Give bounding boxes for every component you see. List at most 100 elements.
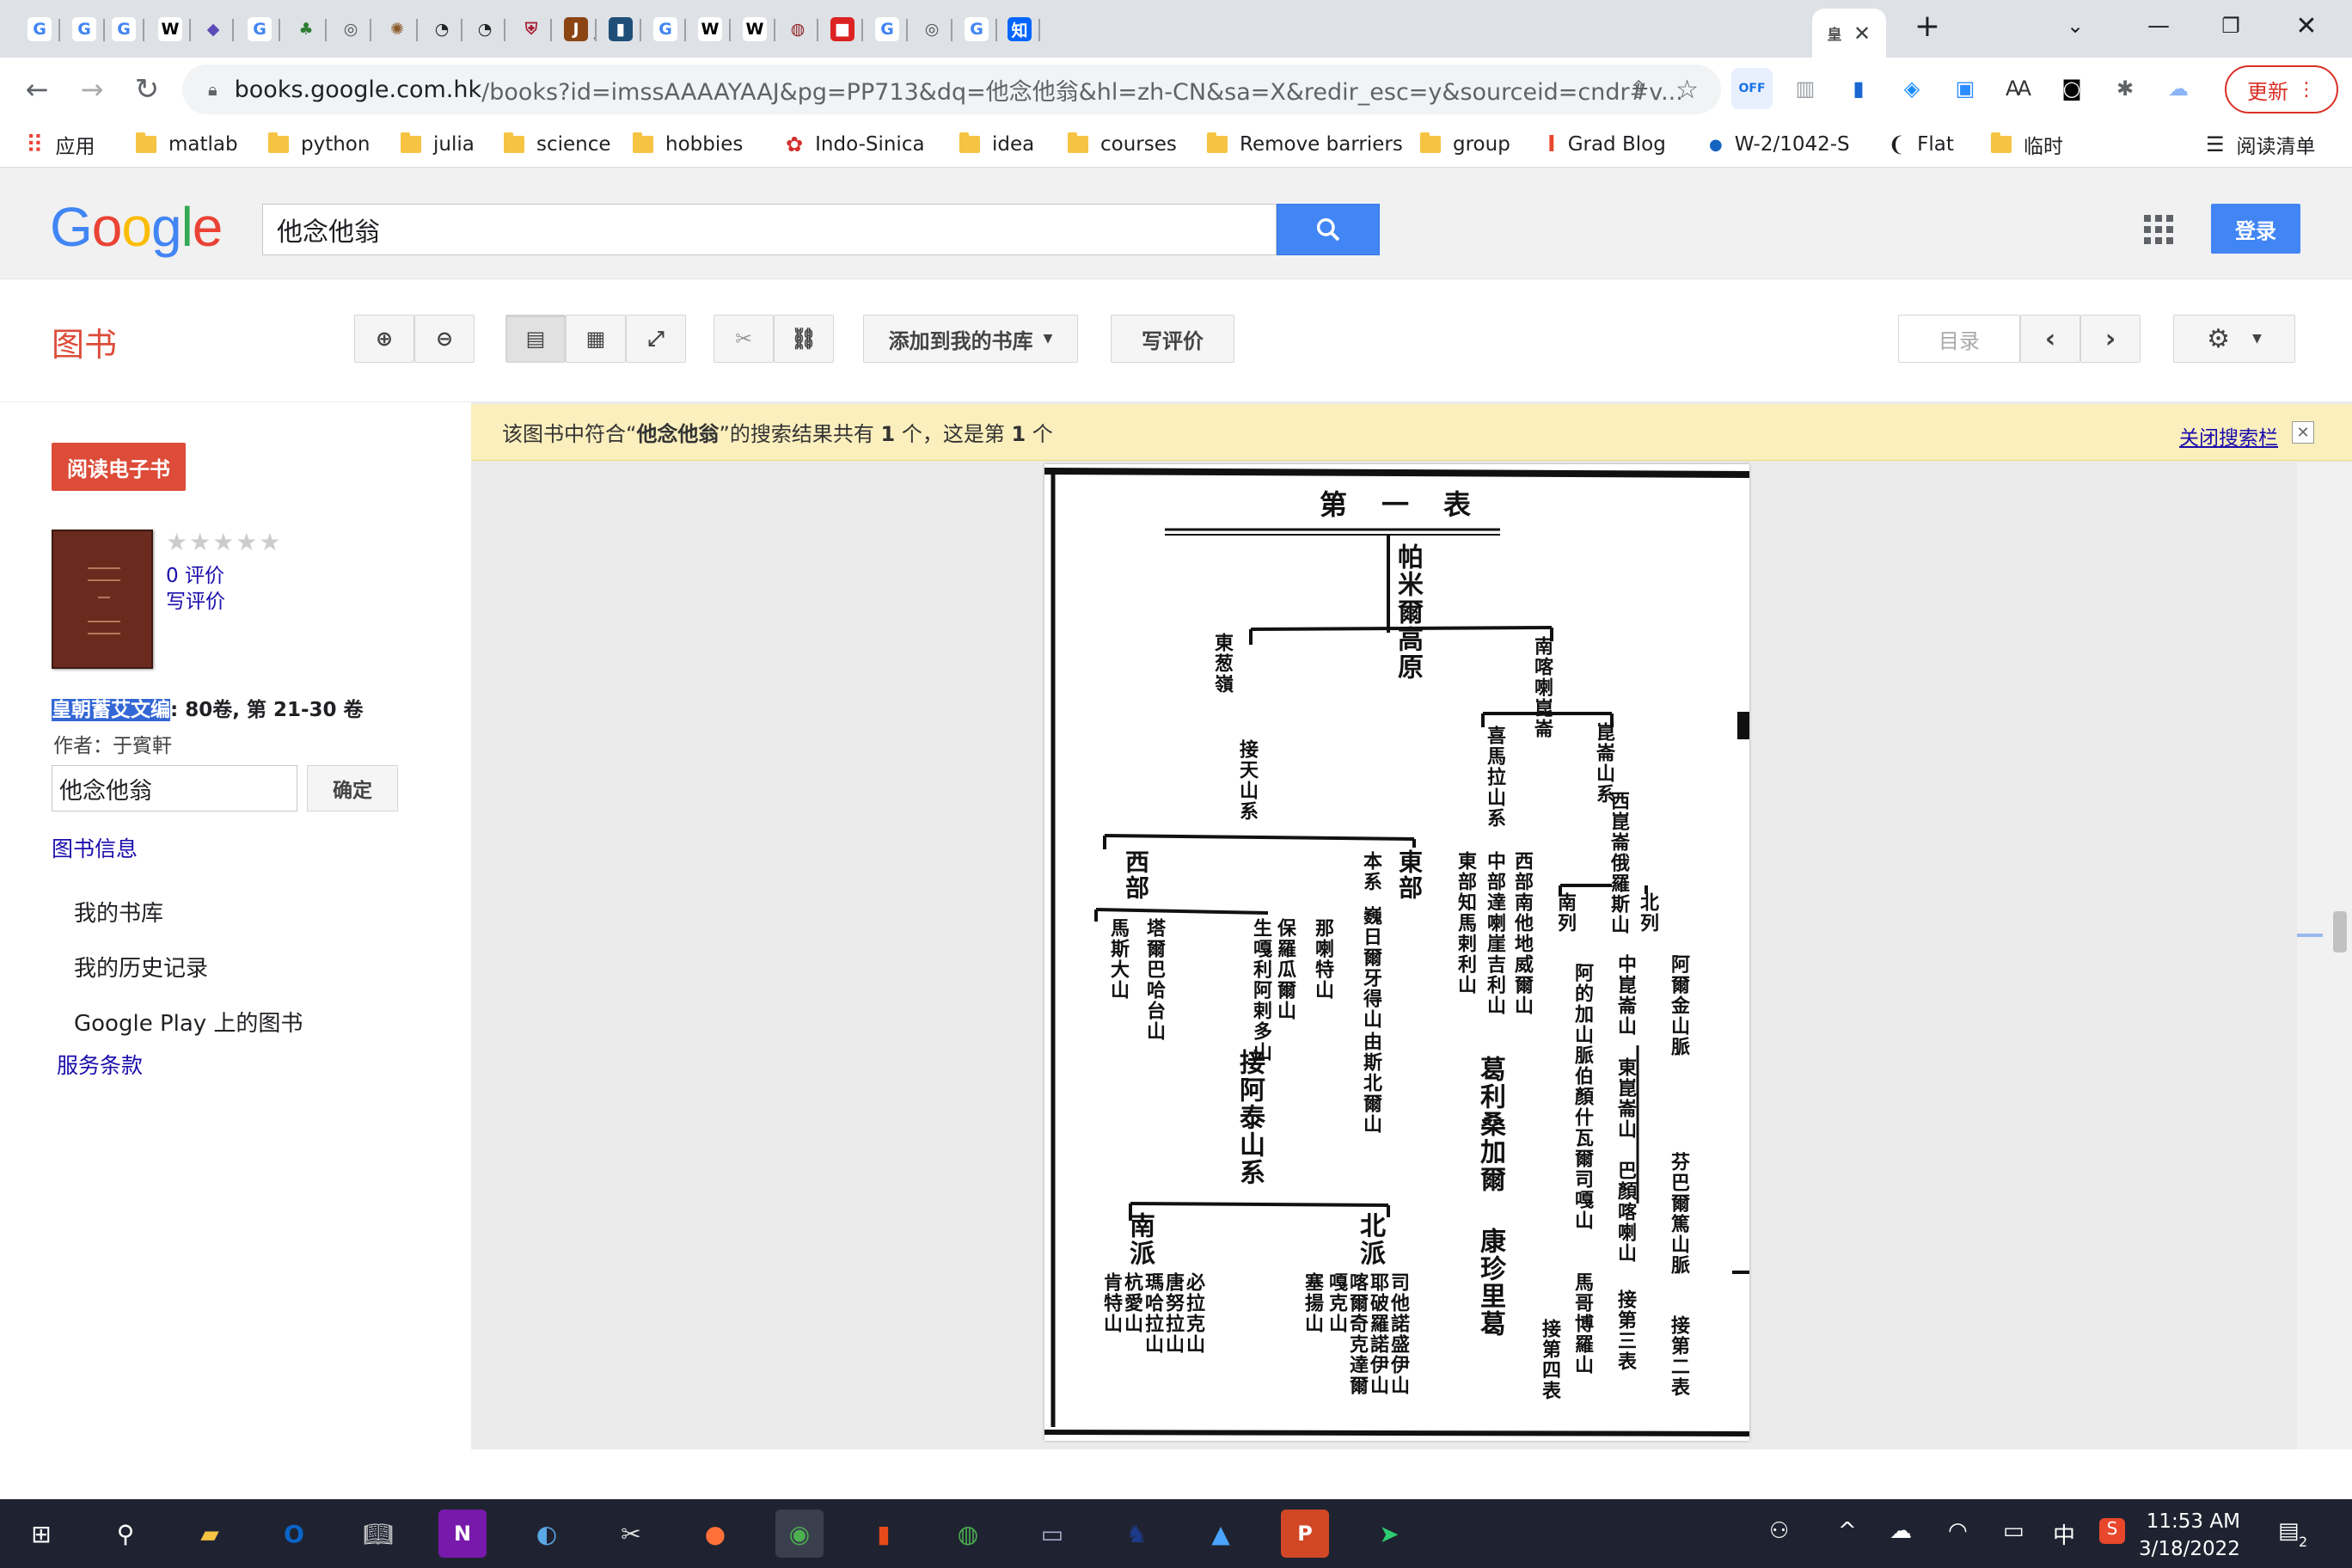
browser-tab[interactable]: ♣e <box>284 9 327 50</box>
browser-tab[interactable]: ✺C <box>375 9 418 50</box>
text-extension-icon[interactable]: Ꜳ <box>1998 68 2039 109</box>
new-tab-button[interactable]: + <box>1905 0 1950 52</box>
extension-off-icon[interactable]: OFF <box>1731 68 1773 109</box>
bookmark-item[interactable]: Remove barriers <box>1207 128 1403 161</box>
taskbar-search-icon[interactable]: ⚲ <box>101 1510 150 1558</box>
browser-tab[interactable]: GT <box>954 9 997 50</box>
viewer-scrollbar[interactable] <box>2297 462 2352 1449</box>
office-icon[interactable]: ▮ <box>860 1510 908 1558</box>
wifi-icon[interactable]: ◠ <box>1948 1518 1968 1544</box>
browser-tab[interactable]: W齐 <box>688 9 731 50</box>
cat-app-icon[interactable]: ♞ <box>1112 1510 1161 1558</box>
prev-page-button[interactable]: ‹ <box>2020 315 2080 363</box>
toc-button[interactable]: 目录 <box>1898 315 2020 363</box>
monitor-app-icon[interactable]: ▭ <box>1028 1510 1076 1558</box>
profile-avatar-icon[interactable]: ☁ <box>2158 68 2199 109</box>
search-button[interactable] <box>1277 204 1380 255</box>
start-windows-icon[interactable]: ⊞ <box>17 1510 65 1558</box>
arrow-app-icon[interactable]: ➤ <box>1365 1510 1413 1558</box>
browser-tab[interactable]: JJ <box>554 9 597 50</box>
book-info-link[interactable]: 图书信息 <box>52 832 138 863</box>
link-button[interactable]: ⛓ <box>774 315 834 363</box>
onedrive-cloud-icon[interactable]: ☁ <box>1890 1518 1912 1544</box>
bookmark-item[interactable]: ✿ Indo-Sinica <box>786 128 925 161</box>
sogou-icon[interactable]: S <box>2099 1518 2125 1544</box>
minimize-button[interactable]: — <box>2128 0 2189 52</box>
signin-button[interactable]: 登录 <box>2211 204 2300 254</box>
bookmark-item[interactable]: ⠿ 应用 <box>26 128 95 161</box>
restore-button[interactable]: ❐ <box>2201 0 2261 52</box>
write-review-link[interactable]: 写评价 <box>166 585 225 614</box>
zoom-extension-icon[interactable]: ▣ <box>1945 68 1986 109</box>
clip-button[interactable]: ✂ <box>714 315 774 363</box>
in-book-search-input[interactable]: 他念他翁 <box>52 765 297 812</box>
bookmark-star-icon[interactable]: ☆ <box>1675 75 1699 105</box>
extensions-puzzle-icon[interactable]: ✱ <box>2104 68 2146 109</box>
chrome-taskbar-icon[interactable]: ◉ <box>775 1510 824 1558</box>
close-x-icon[interactable]: ✕ <box>2292 421 2314 444</box>
reading-list-button[interactable]: ☰ 阅读清单 <box>2206 128 2316 161</box>
bookmark-item[interactable]: python <box>268 128 370 161</box>
reader-app-icon[interactable]: 📖︎ <box>354 1510 402 1558</box>
terms-link[interactable]: 服务条款 <box>57 1049 143 1080</box>
browser-tab[interactable]: ■E <box>820 9 863 50</box>
close-search-bar-link[interactable]: 关闭搜索栏 <box>2179 421 2278 450</box>
book-cover[interactable] <box>52 530 153 669</box>
bookmark-item[interactable]: group <box>1420 128 1510 161</box>
close-window-button[interactable]: ✕ <box>2276 0 2337 52</box>
reviews-count-link[interactable]: 0 评价 <box>166 559 224 588</box>
bookmark-item[interactable]: matlab <box>136 128 238 161</box>
battery-icon[interactable]: ▭ <box>2003 1518 2024 1544</box>
write-review-button[interactable]: 写评价 <box>1111 315 1234 363</box>
browser-tab[interactable]: G" <box>101 9 144 50</box>
zoom-in-button[interactable]: ⊕ <box>354 315 414 363</box>
maps-app-icon[interactable]: ◍ <box>944 1510 992 1558</box>
bookmark-item[interactable]: hobbies <box>633 128 743 161</box>
tray-chevron-up-icon[interactable]: ^ <box>1838 1518 1857 1544</box>
add-to-library-button[interactable]: 添加到我的书库 ▼ <box>863 315 1078 363</box>
settings-button[interactable]: ⚙ ▼ <box>2173 315 2295 363</box>
forward-button[interactable]: → <box>69 66 115 113</box>
read-ebook-button[interactable]: 阅读电子书 <box>52 443 186 491</box>
bookmark-item[interactable]: ● W-2/1042-S <box>1709 128 1850 161</box>
history-link[interactable]: 我的历史记录 <box>74 951 208 983</box>
snip-app-icon[interactable]: ✂ <box>607 1510 655 1558</box>
zoom-out-button[interactable]: ⊖ <box>414 315 475 363</box>
tab-active[interactable]: 皇 ✕ <box>1812 9 1886 58</box>
address-bar[interactable]: 🔒︎ books.google.com.hk/books?id=imssAAAA… <box>182 64 1721 114</box>
notification-center-icon[interactable]: ▤ <box>2278 1518 2300 1544</box>
powerpoint-icon[interactable]: P <box>1281 1510 1329 1558</box>
taskbar-clock[interactable]: 11:53 AM 3/18/2022 <box>2139 1508 2240 1563</box>
bookmark-item[interactable]: courses <box>1068 128 1177 161</box>
browser-tab[interactable]: Gtl <box>62 9 105 50</box>
browser-tab[interactable]: ◎C <box>328 9 371 50</box>
next-page-button[interactable]: › <box>2080 315 2141 363</box>
single-page-view-button[interactable]: ▤ <box>505 315 566 363</box>
browser-tab[interactable]: ◆ <box>191 9 234 50</box>
browser-tab[interactable]: ◎E <box>910 9 952 50</box>
onenote-icon[interactable]: N <box>438 1510 487 1558</box>
my-library-link[interactable]: 我的书库 <box>74 896 163 928</box>
diamond-extension-icon[interactable]: ◈ <box>1891 68 1932 109</box>
browser-tab[interactable]: G孝 <box>17 9 60 50</box>
browser-tab[interactable]: 知- <box>997 9 1040 50</box>
browser-tab[interactable]: GR <box>237 9 280 50</box>
glasses-extension-icon[interactable]: ◙ <box>2051 68 2092 109</box>
play-books-link[interactable]: Google Play 上的图书 <box>74 1006 303 1038</box>
people-icon[interactable]: ⚇ <box>1769 1518 1789 1544</box>
ime-indicator[interactable]: 中 <box>2053 1518 2075 1550</box>
reload-button[interactable]: ↻ <box>124 66 170 113</box>
bookmark-item[interactable]: science <box>504 128 611 161</box>
google-logo[interactable]: Google <box>50 195 223 259</box>
browser-tab[interactable]: ◔T <box>462 9 505 50</box>
fullscreen-button[interactable]: ⤢ <box>626 315 686 363</box>
bookmark-item[interactable]: idea <box>959 128 1034 161</box>
google-apps-icon[interactable] <box>2144 215 2173 244</box>
book-extension-icon[interactable]: ▮ <box>1838 68 1879 109</box>
browser-tab[interactable]: ◍斜 <box>775 9 818 50</box>
globe-app-icon[interactable]: ◐ <box>523 1510 571 1558</box>
reader-extension-icon[interactable]: ▥ <box>1785 68 1826 109</box>
back-button[interactable]: ← <box>14 66 60 113</box>
in-book-search-ok-button[interactable]: 确定 <box>307 765 398 812</box>
outlook-icon[interactable]: O <box>270 1510 318 1558</box>
